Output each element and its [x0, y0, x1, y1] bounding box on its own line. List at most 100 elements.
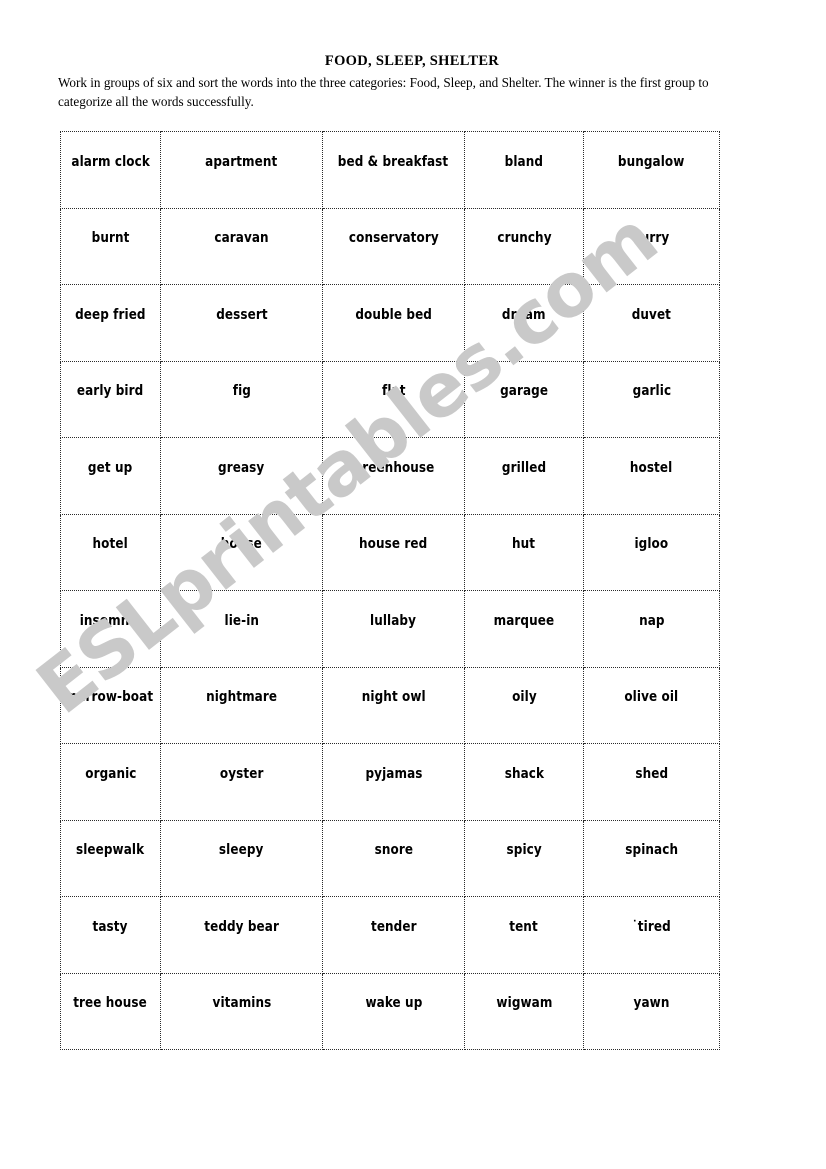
word-cell-label: oyster: [219, 765, 264, 782]
word-cell[interactable]: early bird: [60, 360, 161, 438]
word-cell[interactable]: deep fried: [60, 284, 161, 362]
word-cell-label: tasty: [92, 918, 128, 935]
word-cell[interactable]: burnt: [60, 207, 161, 285]
word-cell[interactable]: crunchy: [464, 207, 584, 285]
word-cell-label: organic: [84, 765, 137, 782]
word-cell[interactable]: dream: [464, 284, 584, 362]
word-cell[interactable]: olive oil: [583, 666, 720, 744]
word-cell[interactable]: conservatory: [322, 207, 465, 285]
word-cell-label: nightmare: [205, 689, 278, 706]
word-cell-label: hut: [512, 536, 536, 553]
word-cell[interactable]: wake up: [322, 972, 465, 1050]
word-cell[interactable]: bland: [464, 131, 584, 209]
word-cell[interactable]: get up: [60, 437, 161, 515]
word-cell[interactable]: apartment: [160, 131, 323, 209]
word-cell[interactable]: organic: [60, 743, 161, 821]
word-cell-label: tree house: [73, 995, 148, 1012]
word-cell-label: garlic: [632, 383, 671, 400]
word-cell[interactable]: tent: [464, 896, 584, 974]
word-cell[interactable]: marquee: [464, 590, 584, 668]
word-cell[interactable]: narrow-boat: [60, 666, 161, 744]
word-cell[interactable]: insomnia: [60, 590, 161, 668]
word-cell[interactable]: alarm clock: [60, 131, 161, 209]
word-cell[interactable]: hotel: [60, 513, 161, 591]
word-cell-label: early bird: [77, 383, 144, 400]
word-grid-table: alarm clock apartment bed & breakfast bland…: [60, 131, 720, 1050]
word-cell[interactable]: caravan: [160, 207, 323, 285]
word-cell-label: wake up: [365, 995, 422, 1012]
word-cell-label: alarm clock: [71, 153, 150, 170]
word-cell-label: crunchy: [496, 230, 552, 247]
word-cell[interactable]: bed & breakfast: [322, 131, 465, 209]
word-cell[interactable]: sleepy: [160, 819, 323, 897]
word-cell[interactable]: teddy bear: [160, 896, 323, 974]
word-cell[interactable]: nap: [583, 590, 720, 668]
word-cell[interactable]: hostel: [583, 437, 720, 515]
word-cell[interactable]: flat: [322, 360, 465, 438]
word-cell[interactable]: house: [160, 513, 323, 591]
word-cell-label: oily: [511, 689, 537, 706]
word-cell[interactable]: grilled: [464, 437, 584, 515]
word-cell-label: curry: [633, 230, 670, 247]
word-cell-label: narrow-boat: [68, 689, 153, 706]
word-cell-label: sleepy: [219, 842, 264, 859]
word-cell-label: bland: [504, 153, 544, 170]
word-cell-label: hotel: [92, 536, 129, 553]
word-cell-label: tender: [370, 918, 417, 935]
word-cell-label: apartment: [205, 153, 278, 170]
word-cell[interactable]: shed: [583, 743, 720, 821]
word-cell[interactable]: duvet: [583, 284, 720, 362]
word-cell[interactable]: ˙tired: [583, 896, 720, 974]
word-cell-label: bed & breakfast: [338, 153, 449, 170]
word-cell[interactable]: shack: [464, 743, 584, 821]
word-cell-label: tent: [509, 918, 539, 935]
word-cell[interactable]: garage: [464, 360, 584, 438]
word-cell-label: nap: [638, 612, 665, 629]
word-cell[interactable]: curry: [583, 207, 720, 285]
word-cell[interactable]: oily: [464, 666, 584, 744]
word-cell[interactable]: hut: [464, 513, 584, 591]
word-cell[interactable]: vitamins: [160, 972, 323, 1050]
word-cell-label: greenhouse: [353, 459, 434, 476]
word-cell[interactable]: house red: [322, 513, 465, 591]
word-cell-label: night owl: [361, 689, 426, 706]
word-cell[interactable]: tree house: [60, 972, 161, 1050]
instructions-text: Work in groups of six and sort the words…: [58, 75, 709, 109]
word-cell[interactable]: sleepwalk: [60, 819, 161, 897]
word-cell[interactable]: greasy: [160, 437, 323, 515]
word-cell-label: yawn: [633, 995, 670, 1012]
word-cell-label: house red: [359, 536, 428, 553]
word-cell[interactable]: lullaby: [322, 590, 465, 668]
word-cell[interactable]: double bed: [322, 284, 465, 362]
word-cell-label: double bed: [355, 306, 432, 323]
word-cell-label: wigwam: [495, 995, 553, 1012]
word-cell[interactable]: nightmare: [160, 666, 323, 744]
word-cell-label: insomnia: [79, 612, 142, 629]
word-cell[interactable]: tasty: [60, 896, 161, 974]
word-cell[interactable]: tender: [322, 896, 465, 974]
table-row: sleepwalk sleepy snore spicy spinach: [60, 819, 720, 897]
table-row: narrow-boat nightmare night owl oily olive o…: [60, 666, 720, 744]
word-cell[interactable]: lie-in: [160, 590, 323, 668]
word-cell[interactable]: spicy: [464, 819, 584, 897]
word-cell[interactable]: wigwam: [464, 972, 584, 1050]
word-cell[interactable]: bungalow: [583, 131, 720, 209]
word-cell-label: olive oil: [624, 689, 679, 706]
word-cell-label: pyjamas: [364, 765, 423, 782]
word-cell[interactable]: dessert: [160, 284, 323, 362]
word-cell-label: deep fried: [75, 306, 146, 323]
word-cell[interactable]: garlic: [583, 360, 720, 438]
word-cell-label: shack: [504, 765, 544, 782]
word-cell[interactable]: spinach: [583, 819, 720, 897]
word-cell[interactable]: greenhouse: [322, 437, 465, 515]
word-cell-label: lullaby: [370, 612, 417, 629]
word-cell[interactable]: snore: [322, 819, 465, 897]
word-cell[interactable]: igloo: [583, 513, 720, 591]
word-cell[interactable]: night owl: [322, 666, 465, 744]
word-cell[interactable]: pyjamas: [322, 743, 465, 821]
word-cell-label: grilled: [501, 459, 547, 476]
word-cell[interactable]: oyster: [160, 743, 323, 821]
word-cell[interactable]: fig: [160, 360, 323, 438]
word-cell-label: lie-in: [224, 612, 259, 629]
word-cell[interactable]: yawn: [583, 972, 720, 1050]
